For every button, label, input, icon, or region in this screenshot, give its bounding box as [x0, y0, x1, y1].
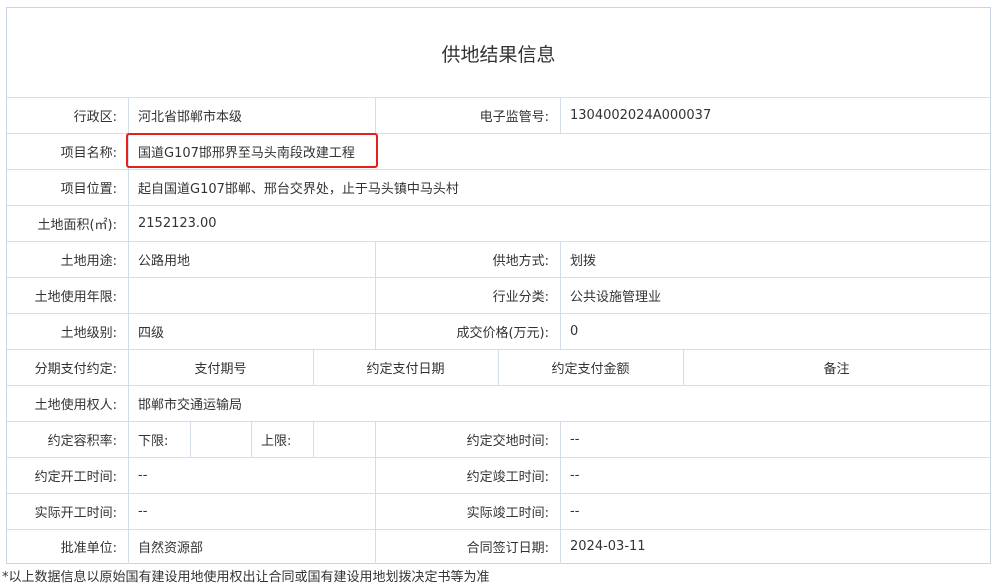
table-title: 供地结果信息	[441, 43, 556, 66]
delivery-time-label: 约定交地时间:	[466, 433, 549, 449]
project-name-highlight	[126, 133, 378, 168]
land-use-label: 土地用途:	[60, 253, 117, 269]
land-area-label: 土地面积(㎡):	[37, 217, 117, 233]
contract-date-label: 合同签订日期:	[466, 541, 549, 556]
actual-start-value: --	[138, 503, 148, 519]
delivery-time-value: --	[570, 431, 580, 447]
land-supply-result-table: 供地结果信息 行政区: 河北省邯郸市本级 电子监管号: 1304002024A0…	[6, 7, 991, 564]
far-upper-label: 上限:	[261, 433, 292, 449]
land-user-label: 土地使用权人:	[34, 397, 117, 413]
supply-method-label: 供地方式:	[492, 253, 549, 269]
actual-finish-value: --	[570, 503, 580, 519]
land-area-value: 2152123.00	[138, 215, 217, 231]
supervision-no-value: 1304002024A000037	[570, 107, 712, 123]
installment-header-amount: 约定支付金额	[551, 361, 630, 377]
land-use-value: 公路用地	[138, 253, 191, 269]
actual-finish-label: 实际竣工时间:	[466, 505, 549, 521]
supply-method-value: 划拨	[570, 253, 597, 269]
admin-region-value: 河北省邯郸市本级	[138, 109, 243, 125]
agreed-start-label: 约定开工时间:	[34, 469, 117, 485]
footnote: *以上数据信息以原始国有建设用地使用权出让合同或国有建设用地划拨决定书等为准	[2, 570, 490, 585]
project-name-label: 项目名称:	[60, 145, 117, 161]
industry-label: 行业分类:	[492, 289, 549, 305]
project-location-label: 项目位置:	[60, 181, 117, 197]
use-term-value	[128, 277, 375, 313]
far-lower-value	[190, 421, 251, 457]
approval-unit-label: 批准单位:	[60, 541, 117, 556]
price-value: 0	[570, 323, 579, 339]
installment-header-remark: 备注	[823, 361, 850, 377]
installment-label: 分期支付约定:	[34, 361, 117, 377]
contract-date-value: 2024-03-11	[570, 539, 646, 554]
far-upper-value	[313, 421, 375, 457]
actual-start-label: 实际开工时间:	[34, 505, 117, 521]
supervision-no-label: 电子监管号:	[479, 109, 549, 125]
approval-unit-value: 自然资源部	[138, 541, 204, 556]
price-label: 成交价格(万元):	[456, 325, 549, 341]
installment-header-date: 约定支付日期	[366, 361, 445, 377]
project-location-value: 起自国道G107邯郸、邢台交界处，止于马头镇中马头村	[138, 181, 459, 197]
admin-region-label: 行政区:	[73, 109, 117, 125]
land-grade-value: 四级	[138, 325, 165, 341]
use-term-label: 土地使用年限:	[34, 289, 117, 305]
agreed-finish-label: 约定竣工时间:	[466, 469, 549, 485]
industry-value: 公共设施管理业	[570, 289, 662, 305]
agreed-start-value: --	[138, 467, 148, 483]
far-lower-label: 下限:	[138, 433, 169, 449]
land-grade-label: 土地级别:	[60, 325, 117, 341]
land-user-value: 邯郸市交通运输局	[138, 397, 243, 413]
installment-header-period: 支付期号	[194, 361, 247, 377]
agreed-finish-value: --	[570, 467, 580, 483]
far-label: 约定容积率:	[47, 433, 117, 449]
